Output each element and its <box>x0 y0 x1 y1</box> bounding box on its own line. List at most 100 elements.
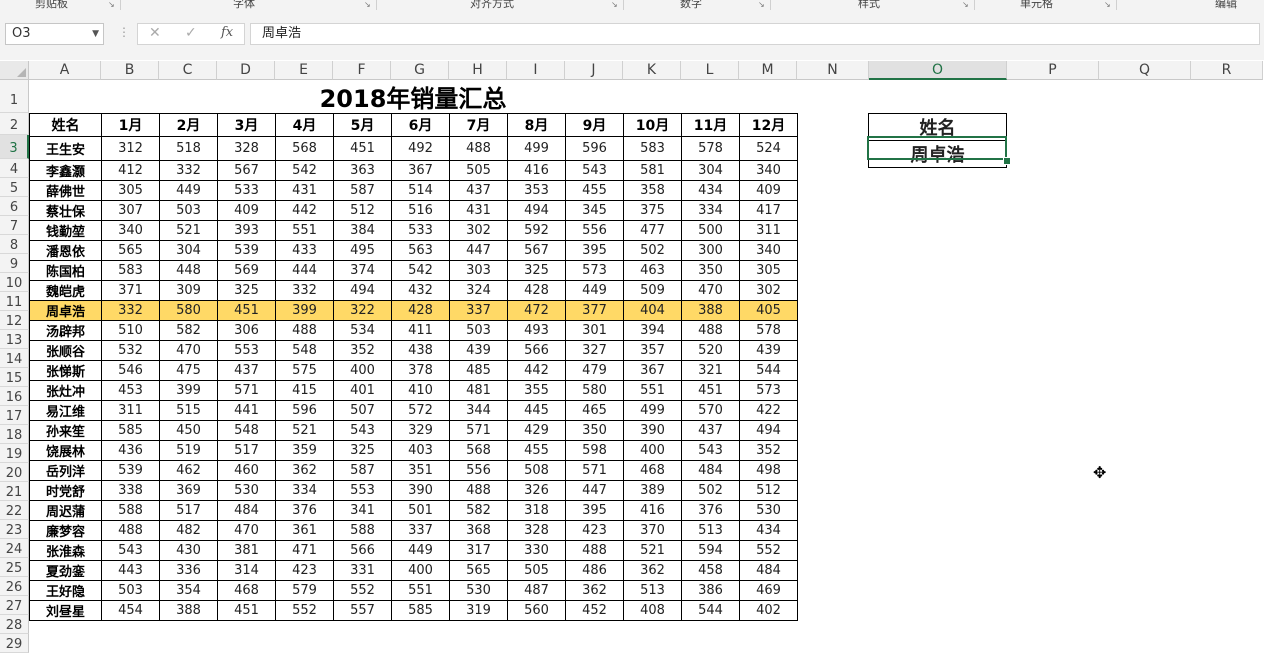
row-header-18[interactable]: 18 <box>0 425 29 444</box>
sales-cell[interactable]: 376 <box>275 500 334 521</box>
sales-cell[interactable]: 318 <box>507 500 566 521</box>
sales-cell[interactable]: 326 <box>507 480 566 501</box>
sales-cell[interactable]: 416 <box>623 500 682 521</box>
column-header-f[interactable]: F <box>333 61 391 80</box>
sales-cell[interactable]: 455 <box>507 440 566 461</box>
sales-cell[interactable]: 422 <box>739 400 798 421</box>
sales-cell[interactable]: 552 <box>739 540 798 561</box>
sales-cell[interactable]: 399 <box>275 300 334 321</box>
sales-cell[interactable]: 437 <box>681 420 740 441</box>
sales-cell[interactable]: 302 <box>449 220 508 241</box>
sales-cell[interactable]: 568 <box>275 136 334 161</box>
sales-cell[interactable]: 517 <box>217 440 276 461</box>
sales-cell[interactable]: 374 <box>333 260 392 281</box>
row-header-11[interactable]: 11 <box>0 292 29 311</box>
sales-cell[interactable]: 592 <box>507 220 566 241</box>
name-cell[interactable]: 周卓浩 <box>29 300 102 321</box>
sales-cell[interactable]: 428 <box>507 280 566 301</box>
sales-cell[interactable]: 578 <box>681 136 740 161</box>
dialog-launcher-icon[interactable]: ↘ <box>1104 0 1111 9</box>
sales-cell[interactable]: 471 <box>275 540 334 561</box>
sales-cell[interactable]: 449 <box>565 280 624 301</box>
sales-cell[interactable]: 306 <box>217 320 276 341</box>
sales-cell[interactable]: 548 <box>217 420 276 441</box>
sales-cell[interactable]: 312 <box>101 136 160 161</box>
sales-cell[interactable]: 375 <box>623 200 682 221</box>
column-header-d[interactable]: D <box>217 61 275 80</box>
sales-cell[interactable]: 431 <box>275 180 334 201</box>
sales-cell[interactable]: 451 <box>217 600 276 621</box>
sales-cell[interactable]: 324 <box>449 280 508 301</box>
sales-cell[interactable]: 557 <box>333 600 392 621</box>
sales-cell[interactable]: 431 <box>449 200 508 221</box>
column-header-e[interactable]: E <box>275 61 333 80</box>
sales-cell[interactable]: 543 <box>681 440 740 461</box>
sales-cell[interactable]: 321 <box>681 360 740 381</box>
sales-cell[interactable]: 412 <box>101 160 160 181</box>
sales-cell[interactable]: 442 <box>507 360 566 381</box>
sales-cell[interactable]: 444 <box>275 260 334 281</box>
sales-cell[interactable]: 503 <box>101 580 160 601</box>
sales-cell[interactable]: 416 <box>507 160 566 181</box>
sales-cell[interactable]: 415 <box>275 380 334 401</box>
name-cell[interactable]: 陈国柏 <box>29 260 102 281</box>
sales-cell[interactable]: 450 <box>159 420 218 441</box>
sales-cell[interactable]: 409 <box>739 180 798 201</box>
sales-cell[interactable]: 499 <box>623 400 682 421</box>
sales-cell[interactable]: 370 <box>623 520 682 541</box>
sales-cell[interactable]: 488 <box>449 136 508 161</box>
sales-cell[interactable]: 517 <box>159 500 218 521</box>
sales-cell[interactable]: 395 <box>565 500 624 521</box>
name-cell[interactable]: 周迟蒲 <box>29 500 102 521</box>
sales-cell[interactable]: 367 <box>623 360 682 381</box>
sales-cell[interactable]: 533 <box>217 180 276 201</box>
sales-cell[interactable]: 502 <box>681 480 740 501</box>
sales-cell[interactable]: 447 <box>449 240 508 261</box>
sales-cell[interactable]: 521 <box>623 540 682 561</box>
sales-cell[interactable]: 465 <box>565 400 624 421</box>
sales-cell[interactable]: 314 <box>217 560 276 581</box>
name-box-dropdown-icon[interactable]: ▼ <box>92 24 99 44</box>
sales-cell[interactable]: 575 <box>275 360 334 381</box>
sales-cell[interactable]: 534 <box>333 320 392 341</box>
sales-cell[interactable]: 386 <box>681 580 740 601</box>
formula-input[interactable]: 周卓浩 <box>250 23 1260 45</box>
sales-cell[interactable]: 553 <box>217 340 276 361</box>
name-cell[interactable]: 潘恩依 <box>29 240 102 261</box>
cancel-icon[interactable]: ✕ <box>149 25 161 41</box>
sales-cell[interactable]: 448 <box>159 260 218 281</box>
sales-cell[interactable]: 469 <box>739 580 798 601</box>
sales-cell[interactable]: 395 <box>565 240 624 261</box>
sales-cell[interactable]: 578 <box>739 320 798 341</box>
sales-cell[interactable]: 530 <box>449 580 508 601</box>
row-header-14[interactable]: 14 <box>0 349 29 368</box>
sales-cell[interactable]: 355 <box>507 380 566 401</box>
sales-cell[interactable]: 317 <box>449 540 508 561</box>
column-header-b[interactable]: B <box>101 61 159 80</box>
sales-cell[interactable]: 404 <box>623 300 682 321</box>
sales-cell[interactable]: 482 <box>159 520 218 541</box>
sales-cell[interactable]: 556 <box>565 220 624 241</box>
row-header-25[interactable]: 25 <box>0 558 29 577</box>
sales-cell[interactable]: 585 <box>101 420 160 441</box>
column-label-cell[interactable]: 11月 <box>681 113 740 137</box>
sales-cell[interactable]: 551 <box>391 580 450 601</box>
name-cell[interactable]: 蔡壮保 <box>29 200 102 221</box>
row-header-24[interactable]: 24 <box>0 539 29 558</box>
sales-cell[interactable]: 452 <box>565 600 624 621</box>
sales-cell[interactable]: 405 <box>739 300 798 321</box>
name-cell[interactable]: 夏劲銮 <box>29 560 102 581</box>
sales-cell[interactable]: 340 <box>101 220 160 241</box>
sales-cell[interactable]: 423 <box>565 520 624 541</box>
sales-cell[interactable]: 587 <box>333 460 392 481</box>
column-label-cell[interactable]: 4月 <box>275 113 334 137</box>
column-label-cell[interactable]: 10月 <box>623 113 682 137</box>
column-label-cell[interactable]: 9月 <box>565 113 624 137</box>
sales-cell[interactable]: 571 <box>449 420 508 441</box>
row-header-13[interactable]: 13 <box>0 330 29 349</box>
column-label-cell[interactable]: 姓名 <box>29 113 102 137</box>
sales-cell[interactable]: 417 <box>739 200 798 221</box>
sales-cell[interactable]: 495 <box>333 240 392 261</box>
sales-cell[interactable]: 432 <box>391 280 450 301</box>
sales-cell[interactable]: 410 <box>391 380 450 401</box>
